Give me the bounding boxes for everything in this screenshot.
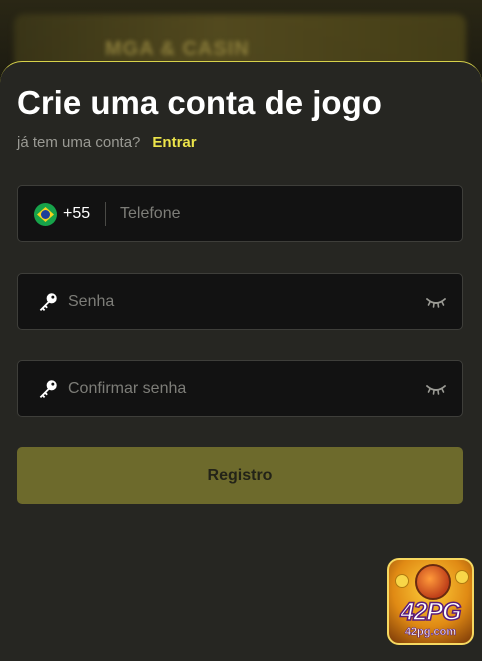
brazil-flag-icon [34, 203, 57, 226]
banner-text: MGA & CASIN [105, 38, 250, 60]
country-code[interactable]: +55 [63, 205, 90, 223]
coin-icon [455, 570, 469, 584]
key-icon [39, 380, 57, 398]
eye-closed-icon[interactable] [426, 294, 446, 310]
logo-brand-text: 42PG [400, 597, 462, 627]
phone-divider [105, 202, 106, 226]
confirm-password-input[interactable] [66, 361, 406, 416]
login-prompt: já tem uma conta? Entrar [17, 134, 197, 151]
logo-domain-text: 42pg.com [404, 626, 457, 639]
register-button[interactable]: Registro [17, 447, 463, 504]
mascot-icon [415, 564, 451, 600]
coin-icon [395, 574, 409, 588]
brand-logo[interactable]: 42PG 42pg.com [387, 558, 474, 645]
login-link[interactable]: Entrar [152, 134, 196, 151]
login-prompt-text: já tem uma conta? [17, 134, 141, 151]
phone-field: +55 [17, 185, 463, 242]
password-input[interactable] [66, 274, 406, 329]
phone-input[interactable] [118, 186, 438, 241]
confirm-password-field [17, 360, 463, 417]
key-icon [39, 293, 57, 311]
eye-closed-icon[interactable] [426, 381, 446, 397]
password-field [17, 273, 463, 330]
page-title: Crie uma conta de jogo [17, 84, 382, 121]
